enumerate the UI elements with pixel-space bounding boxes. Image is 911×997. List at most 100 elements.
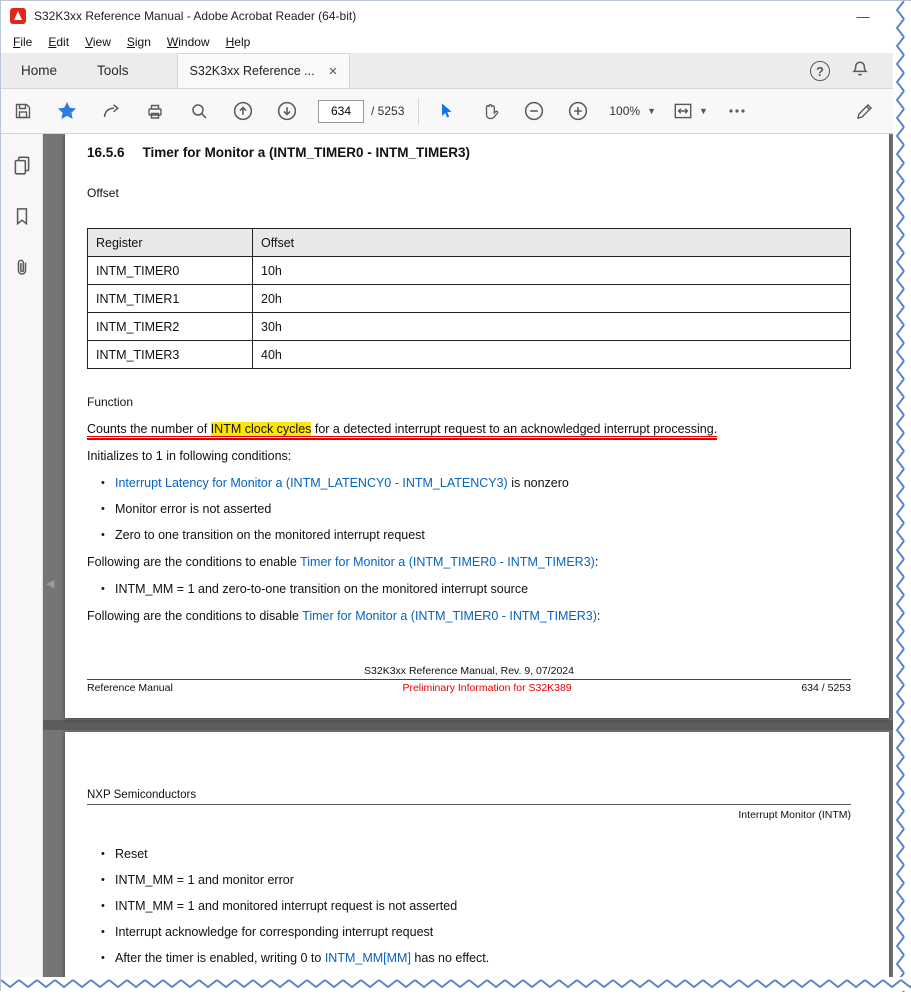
footer-left: Reference Manual [87, 682, 173, 694]
red-underline-annotation: Counts the number of INTM clock cycles f… [87, 422, 718, 440]
menu-file[interactable]: File [5, 33, 40, 51]
next-page-button[interactable] [274, 98, 300, 124]
more-tools-ellipsis-icon[interactable] [724, 98, 750, 124]
section-heading: 16.5.6 Timer for Monitor a (INTM_TIMER0 … [87, 134, 851, 160]
header-rule [87, 804, 851, 805]
menu-edit[interactable]: Edit [40, 33, 77, 51]
tab-document[interactable]: S32K3xx Reference ... × [176, 53, 351, 88]
offset-cell: 10h [252, 256, 851, 285]
list-item: • After the timer is enabled, writing 0 … [101, 950, 851, 966]
footer-manual-rev: S32K3xx Reference Manual, Rev. 9, 07/202… [364, 665, 574, 677]
pdf-page-634: 16.5.6 Timer for Monitor a (INTM_TIMER0 … [65, 134, 889, 718]
offset-table: Register Offset INTM_TIMER0 10h INTM_TIME… [87, 228, 851, 369]
tab-bar: Home Tools S32K3xx Reference ... × ? [1, 53, 911, 89]
list-item: • INTM_MM = 1 and monitored interrupt re… [101, 898, 851, 914]
register-cell: INTM_TIMER2 [87, 312, 253, 341]
torn-edge-right [893, 1, 911, 992]
disable-conditions-list-continued: • Reset • INTM_MM = 1 and monitor error … [87, 846, 851, 966]
navigation-rail [1, 134, 43, 991]
page-number-input[interactable] [318, 99, 364, 123]
bullet-text: has no effect. [410, 951, 490, 965]
tab-tools[interactable]: Tools [77, 53, 149, 88]
bullet-text: Reset [115, 847, 148, 861]
function-description: Counts the number of INTM clock cycles f… [87, 421, 851, 440]
offset-cell: 30h [252, 312, 851, 341]
fill-sign-pen-icon[interactable] [852, 98, 878, 124]
collapse-panel-arrow[interactable]: ◀ [46, 577, 54, 590]
notifications-bell-icon[interactable] [850, 59, 870, 84]
intm-timer-link[interactable]: Timer for Monitor a (INTM_TIMER0 - INTM_… [300, 555, 595, 569]
minimize-button[interactable]: — [846, 1, 880, 31]
table-row: INTM_TIMER0 10h [87, 256, 851, 285]
zoom-in-button[interactable] [565, 98, 591, 124]
close-tab-icon[interactable]: × [329, 64, 338, 79]
sentence-pre: Counts the number of [87, 422, 211, 436]
share-button[interactable] [98, 98, 124, 124]
offset-cell: 20h [252, 284, 851, 313]
bookmarks-icon[interactable] [11, 205, 33, 232]
tab-home[interactable]: Home [1, 53, 77, 88]
menu-help[interactable]: Help [218, 33, 259, 51]
bullet-icon: • [101, 874, 105, 886]
chevron-down-icon: ▼ [699, 106, 708, 116]
bullet-icon: • [101, 503, 105, 515]
zoom-level-dropdown[interactable]: 100% ▼ [609, 104, 656, 118]
favorites-star-icon[interactable] [54, 98, 80, 124]
bullet-icon: • [101, 952, 105, 964]
sentence-post: for a detected interrupt request to an a… [311, 422, 718, 436]
page-display-dropdown[interactable]: ▼ [672, 100, 708, 122]
bullet-text: Interrupt acknowledge for corresponding … [115, 925, 434, 939]
bullet-icon: • [101, 529, 105, 541]
attachments-paperclip-icon[interactable] [11, 256, 33, 283]
bullet-icon: • [101, 583, 105, 595]
bullet-text: Zero to one transition on the monitored … [115, 528, 425, 542]
section-title: Timer for Monitor a (INTM_TIMER0 - INTM_… [142, 145, 471, 160]
list-item: • Interrupt acknowledge for correspondin… [101, 924, 851, 940]
table-row: INTM_TIMER1 20h [87, 284, 851, 313]
intm-latency-link[interactable]: Interrupt Latency for Monitor a (INTM_LA… [115, 476, 508, 490]
document-viewport[interactable]: 16.5.6 Timer for Monitor a (INTM_TIMER0 … [43, 134, 911, 991]
search-icon[interactable] [186, 98, 212, 124]
print-button[interactable] [142, 98, 168, 124]
register-cell: INTM_TIMER1 [87, 284, 253, 313]
help-icon[interactable]: ? [810, 61, 830, 81]
menu-bar: File Edit View Sign Window Help [1, 31, 911, 53]
enable-conditions-list: • INTM_MM = 1 and zero-to-one transition… [87, 581, 851, 597]
pdf-page-635: NXP Semiconductors Interrupt Monitor (IN… [65, 732, 889, 991]
select-tool-button[interactable] [433, 98, 459, 124]
title-bar: S32K3xx Reference Manual - Adobe Acrobat… [1, 1, 911, 31]
page-gap [43, 720, 911, 730]
bullet-icon: • [101, 848, 105, 860]
line-post: : [594, 555, 599, 569]
zoom-out-button[interactable] [521, 98, 547, 124]
intm-timer-link[interactable]: Timer for Monitor a (INTM_TIMER0 - INTM_… [302, 609, 597, 623]
init-conditions-line: Initializes to 1 in following conditions… [87, 449, 292, 463]
page-header: NXP Semiconductors Interrupt Monitor (IN… [87, 732, 851, 821]
hand-tool-button[interactable] [477, 98, 503, 124]
save-button[interactable] [10, 98, 36, 124]
zoom-level-value: 100% [609, 104, 641, 118]
offset-label: Offset [87, 186, 119, 200]
torn-edge-bottom [1, 977, 911, 991]
register-cell: INTM_TIMER3 [87, 340, 253, 369]
window-title: S32K3xx Reference Manual - Adobe Acrobat… [34, 9, 357, 23]
bullet-text: INTM_MM = 1 and zero-to-one transition o… [115, 582, 529, 596]
menu-window[interactable]: Window [159, 33, 218, 51]
disable-conditions-line: Following are the conditions to disable … [87, 608, 851, 624]
bullet-icon: • [101, 477, 105, 489]
yellow-highlight-annotation: INTM clock cycles [210, 422, 312, 436]
previous-page-button[interactable] [230, 98, 256, 124]
bullet-icon: • [101, 926, 105, 938]
list-item: • Reset [101, 846, 851, 862]
acrobat-window: S32K3xx Reference Manual - Adobe Acrobat… [0, 0, 911, 992]
menu-view[interactable]: View [77, 33, 119, 51]
init-conditions-list: • Interrupt Latency for Monitor a (INTM_… [87, 475, 851, 543]
intm-mm-field-link[interactable]: INTM_MM[MM] [325, 951, 411, 965]
column-header-offset: Offset [252, 228, 851, 257]
page-footer: S32K3xx Reference Manual, Rev. 9, 07/202… [87, 665, 851, 694]
menu-sign[interactable]: Sign [119, 33, 159, 51]
toolbar-separator [418, 97, 420, 125]
page-thumbnails-icon[interactable] [11, 154, 33, 181]
header-company: NXP Semiconductors [87, 789, 197, 801]
adobe-reader-icon [10, 8, 26, 24]
